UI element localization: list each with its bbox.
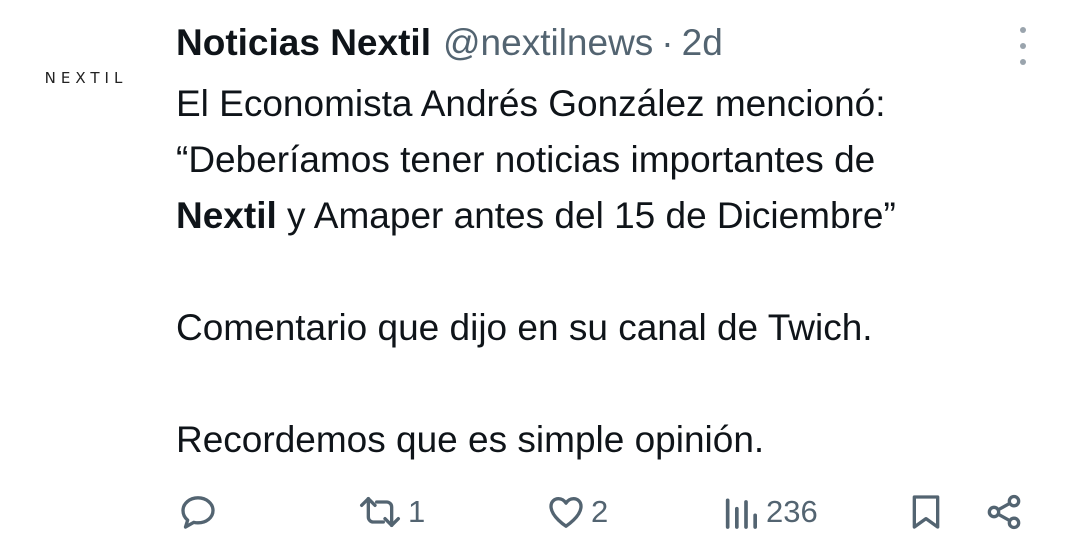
avatar-logo: NEXTIL	[44, 69, 128, 87]
heart-icon	[549, 497, 583, 528]
avatar[interactable]: NEXTIL	[18, 30, 154, 126]
tweet-line: El Economista Andrés González mencionó:	[176, 83, 886, 124]
like-count: 2	[591, 494, 609, 529]
retweet-button[interactable]: 1	[356, 484, 425, 540]
author-handle[interactable]: @nextilnews	[443, 18, 653, 68]
views-button[interactable]: 236	[720, 484, 818, 540]
tweet-line-rest: y Amaper antes del 15 de Diciembre”	[276, 195, 896, 236]
views-icon	[725, 498, 757, 529]
like-button[interactable]: 2	[545, 484, 608, 540]
action-bar: 1 2 236	[0, 484, 1080, 540]
retweet-icon	[360, 497, 401, 527]
mention-bold: Nextil	[176, 195, 277, 236]
tweet-timestamp[interactable]: 2d	[682, 18, 723, 68]
author-name[interactable]: Noticias Nextil	[176, 18, 431, 68]
more-vertical-icon[interactable]	[1013, 27, 1033, 65]
bookmark-icon	[912, 495, 940, 529]
tweet-line: “Deberíamos tener noticias importantes d…	[176, 139, 876, 180]
retweet-count: 1	[408, 494, 426, 529]
bookmark-button[interactable]	[906, 484, 946, 540]
separator-dot: ·	[661, 22, 674, 63]
tweet-header: Noticias Nextil @nextilnews · 2d	[176, 18, 723, 68]
reply-button[interactable]	[178, 484, 222, 540]
share-icon	[987, 494, 1021, 530]
tweet-paragraph: Comentario que dijo en su canal de Twich…	[176, 307, 873, 348]
share-button[interactable]	[984, 484, 1024, 540]
reply-icon	[181, 496, 215, 529]
tweet-line: Nextil y Amaper antes del 15 de Diciembr…	[176, 188, 1056, 244]
tweet-paragraph: Recordemos que es simple opinión.	[176, 419, 765, 460]
tweet-text: El Economista Andrés González mencionó: …	[176, 76, 1056, 468]
views-count: 236	[766, 494, 818, 529]
